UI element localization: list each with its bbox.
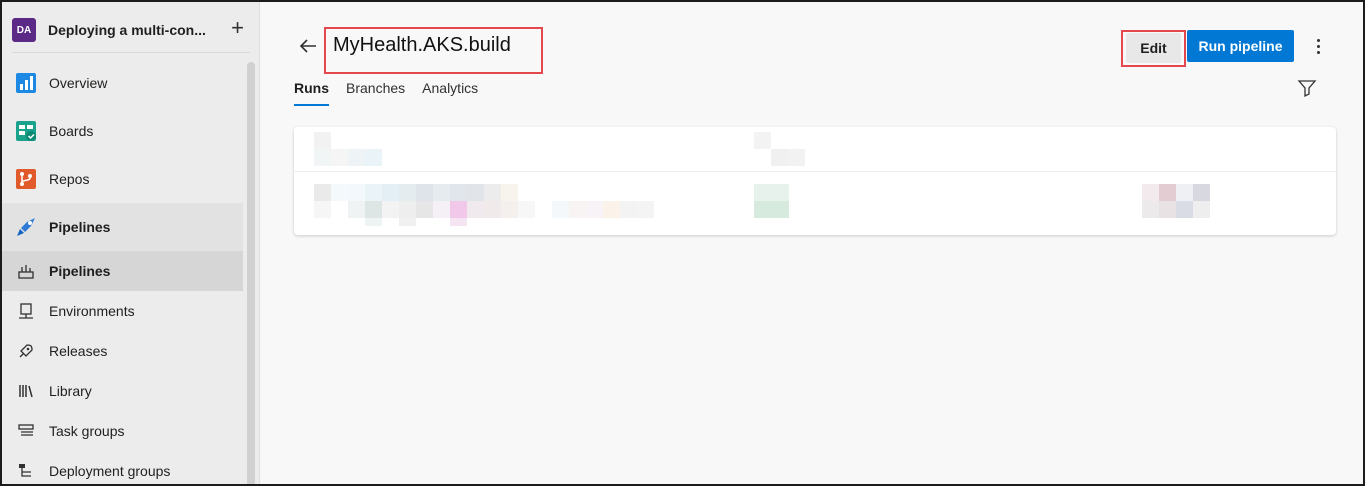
environments-icon [16,301,36,321]
sidebar-nav: Overview Boards Repos Pipelines Pipeline… [2,59,243,484]
add-icon[interactable]: + [231,16,244,40]
edit-button[interactable]: Edit [1126,33,1181,63]
sidebar-subitem-library[interactable]: Library [2,371,243,411]
task-groups-icon [16,421,36,441]
app-window: DA Deploying a multi-con... + Overview B… [0,0,1365,486]
tab-analytics[interactable]: Analytics [422,80,478,106]
deployment-groups-icon [16,461,36,481]
sidebar-subitem-label: Deployment groups [49,463,171,479]
runs-card [294,127,1336,235]
sidebar-subitem-pipelines[interactable]: Pipelines [2,251,243,291]
sidebar-subitem-environments[interactable]: Environments [2,291,243,331]
sidebar-item-label: Overview [49,75,108,91]
overview-icon [14,71,38,95]
sidebar: DA Deploying a multi-con... + Overview B… [2,2,260,484]
card-divider [294,171,1336,172]
sidebar-scrollbar[interactable] [247,62,255,484]
boards-icon [14,119,38,143]
sidebar-subitem-deployment-groups[interactable]: Deployment groups [2,451,243,484]
run-pipeline-button[interactable]: Run pipeline [1187,30,1294,62]
back-arrow-icon[interactable] [297,35,319,57]
tab-runs[interactable]: Runs [294,80,329,106]
sidebar-subitem-label: Pipelines [49,263,111,279]
divider [12,52,250,53]
sidebar-subitem-releases[interactable]: Releases [2,331,243,371]
sidebar-subitem-label: Library [49,383,92,399]
project-header[interactable]: DA Deploying a multi-con... + [12,16,252,44]
sidebar-subitem-label: Releases [49,343,108,359]
sidebar-item-label: Pipelines [49,219,111,235]
project-avatar: DA [12,18,36,42]
releases-icon [16,341,36,361]
sidebar-item-pipelines[interactable]: Pipelines [2,203,243,251]
repos-icon [14,167,38,191]
library-icon [16,381,36,401]
pipelines-sub-icon [16,261,36,281]
sidebar-item-repos[interactable]: Repos [2,155,243,203]
tab-branches[interactable]: Branches [346,80,405,106]
sidebar-subitem-label: Task groups [49,423,125,439]
page-title: MyHealth.AKS.build [333,34,511,56]
sidebar-item-overview[interactable]: Overview [2,59,243,107]
pipelines-icon [14,215,38,239]
main-content: MyHealth.AKS.build Edit Run pipeline Run… [261,2,1363,484]
sidebar-item-boards[interactable]: Boards [2,107,243,155]
project-name: Deploying a multi-con... [48,22,206,38]
sidebar-item-label: Repos [49,171,90,187]
tab-bar: Runs Branches Analytics [294,80,495,106]
sidebar-subitem-task-groups[interactable]: Task groups [2,411,243,451]
sidebar-subitem-label: Environments [49,303,135,319]
sidebar-item-label: Boards [49,123,94,139]
filter-icon[interactable] [1297,78,1317,98]
more-actions-icon[interactable] [1309,34,1327,58]
